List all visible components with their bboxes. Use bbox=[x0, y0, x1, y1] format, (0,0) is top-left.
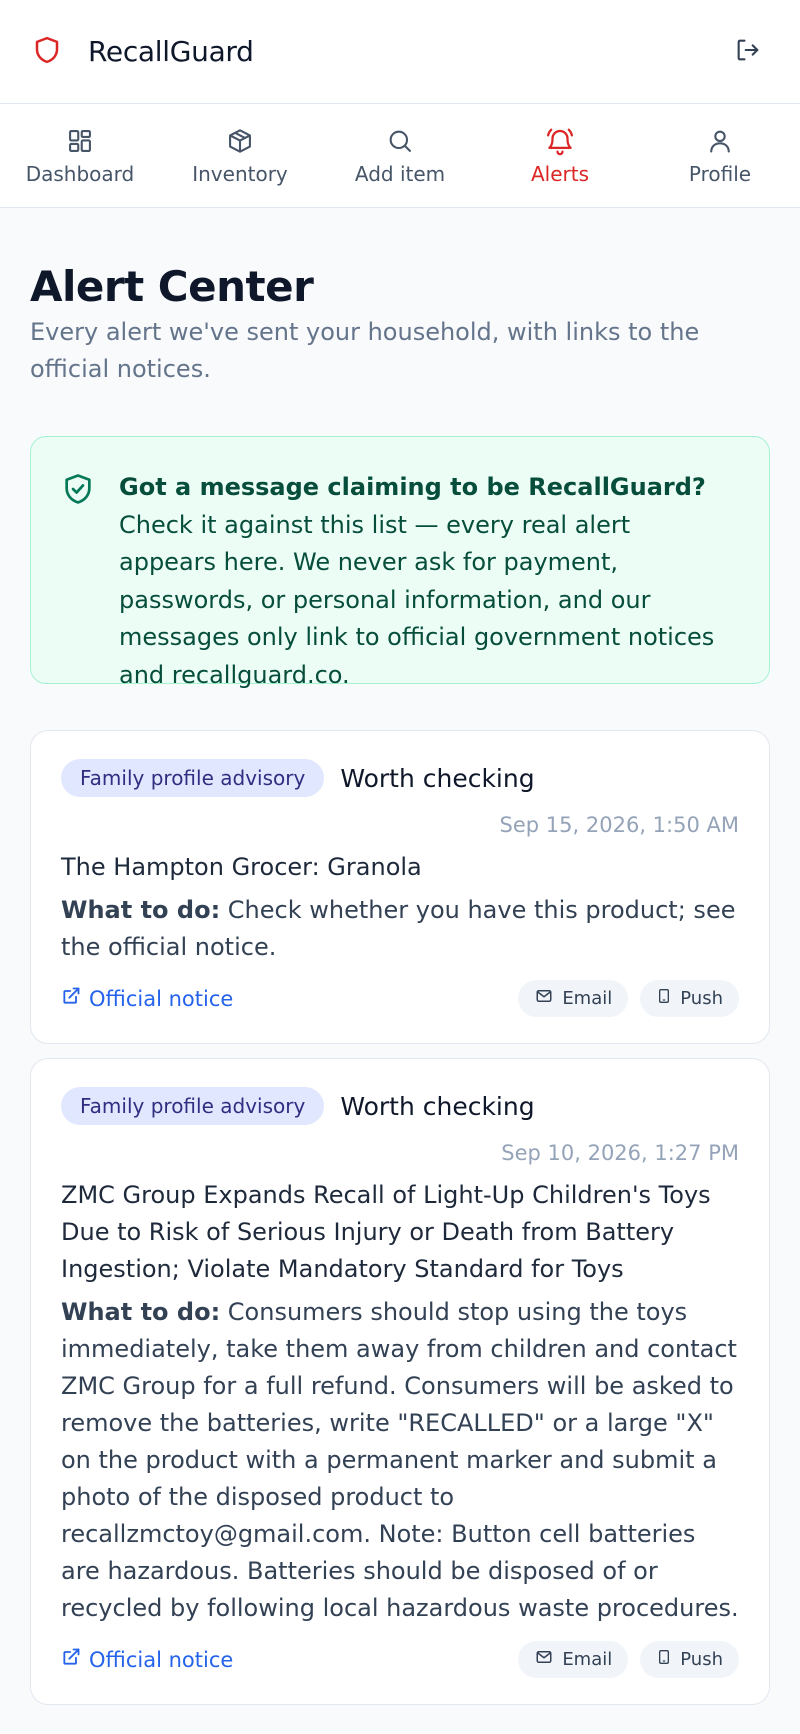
alert-header: Family profile advisory Worth checking bbox=[61, 759, 739, 798]
notice-text: Got a message claiming to be RecallGuard… bbox=[119, 469, 731, 689]
delivery-channels: Email Push bbox=[518, 1641, 739, 1679]
alert-title: The Hampton Grocer: Granola bbox=[61, 853, 422, 882]
official-notice-label: Official notice bbox=[89, 986, 234, 1011]
profile-tag: Family profile advisory bbox=[61, 1087, 325, 1126]
delivery-channels: Email Push bbox=[518, 980, 739, 1018]
phone-icon bbox=[656, 1647, 672, 1672]
logout-button[interactable] bbox=[726, 30, 770, 74]
channel-push: Push bbox=[640, 1641, 739, 1679]
alert-header: Family profile advisory Worth checking bbox=[61, 1087, 739, 1126]
nav-label: Inventory bbox=[192, 161, 288, 186]
alert-card: Family profile advisory Worth checking S… bbox=[30, 1058, 770, 1706]
nav-label: Add item bbox=[354, 161, 446, 186]
logout-icon bbox=[734, 36, 762, 67]
app-root: RecallGuard Dashboard Inventory Add item… bbox=[0, 0, 800, 1734]
external-link-icon bbox=[61, 986, 81, 1011]
nav-label: Profile bbox=[688, 161, 752, 186]
alert-title: ZMC Group Expands Recall of Light-Up Chi… bbox=[61, 1181, 711, 1284]
official-notice-link[interactable]: Official notice bbox=[61, 986, 233, 1011]
anti-phishing-notice: Got a message claiming to be RecallGuard… bbox=[30, 436, 770, 689]
channel-label: Push bbox=[680, 1649, 723, 1671]
bell-icon bbox=[545, 126, 575, 156]
main-nav: Dashboard Inventory Add item Alerts Prof… bbox=[0, 104, 800, 208]
box-icon bbox=[225, 126, 255, 156]
notice-body: Check it against this list — every real … bbox=[119, 510, 715, 689]
profile-tag: Family profile advisory bbox=[61, 759, 325, 798]
channel-label: Push bbox=[680, 988, 723, 1010]
phone-icon bbox=[656, 986, 672, 1011]
external-link-icon bbox=[61, 1647, 81, 1672]
alert-footer: Official notice Email Push bbox=[61, 1641, 739, 1679]
channel-label: Email bbox=[562, 1649, 613, 1671]
nav-item-add-item[interactable]: Add item bbox=[320, 104, 480, 207]
channel-label: Email bbox=[562, 988, 613, 1010]
user-icon bbox=[705, 126, 735, 156]
action-label: What to do: bbox=[61, 1298, 221, 1327]
channel-push: Push bbox=[640, 980, 739, 1018]
nav-item-dashboard[interactable]: Dashboard bbox=[0, 104, 160, 207]
notice-heading: Got a message claiming to be RecallGuard… bbox=[119, 473, 706, 502]
official-notice-label: Official notice bbox=[89, 1647, 234, 1672]
severity-label: Worth checking bbox=[340, 1091, 535, 1121]
nav-item-inventory[interactable]: Inventory bbox=[160, 104, 320, 207]
channel-email: Email bbox=[518, 1641, 629, 1679]
channel-email: Email bbox=[518, 980, 629, 1018]
brand[interactable]: RecallGuard bbox=[32, 33, 254, 71]
alert-date: Sep 10, 2026, 1:27 PM bbox=[501, 1141, 739, 1166]
mail-icon bbox=[534, 987, 554, 1010]
alert-action: What to do: Consumers should stop using … bbox=[61, 1294, 739, 1627]
shield-check-icon bbox=[61, 469, 97, 655]
official-notice-link[interactable]: Official notice bbox=[61, 1647, 233, 1672]
alert-card: Family profile advisory Worth checking S… bbox=[30, 730, 770, 1045]
app-name: RecallGuard bbox=[88, 35, 254, 68]
action-label: What to do: bbox=[61, 896, 221, 925]
grid-icon bbox=[65, 126, 95, 156]
search-icon bbox=[385, 126, 415, 156]
action-text: Consumers should stop using the toys imm… bbox=[61, 1298, 739, 1623]
nav-label: Dashboard bbox=[25, 161, 135, 186]
nav-item-profile[interactable]: Profile bbox=[640, 104, 800, 207]
nav-label: Alerts bbox=[530, 161, 590, 186]
alert-date: Sep 15, 2026, 1:50 AM bbox=[499, 813, 739, 838]
app-header: RecallGuard bbox=[0, 0, 800, 104]
mail-icon bbox=[534, 1648, 554, 1671]
nav-item-alerts[interactable]: Alerts bbox=[480, 104, 640, 207]
page-title: Alert Center bbox=[30, 262, 314, 311]
alert-action: What to do: Check whether you have this … bbox=[61, 892, 739, 966]
main-content: Alert Center Every alert we've sent your… bbox=[0, 262, 800, 1706]
page-subtitle: Every alert we've sent your household, w… bbox=[30, 318, 700, 384]
shield-icon bbox=[32, 33, 62, 71]
severity-label: Worth checking bbox=[340, 763, 535, 793]
alert-footer: Official notice Email Push bbox=[61, 980, 739, 1018]
